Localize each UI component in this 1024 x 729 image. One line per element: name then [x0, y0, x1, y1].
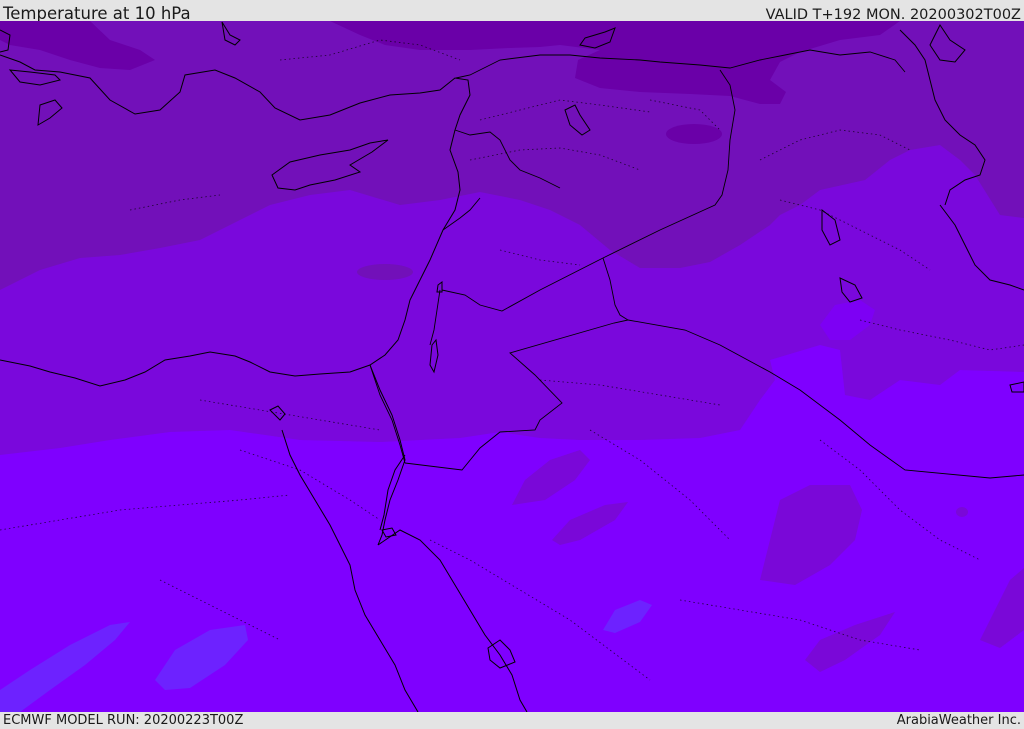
weather-map[interactable] — [0, 21, 1024, 712]
temperature-patch-dark-2 — [357, 264, 413, 280]
temperature-patch-dark-1 — [666, 124, 722, 144]
model-run-label: ECMWF MODEL RUN: 20200223T00Z — [3, 713, 244, 728]
temperature-patch-south-6 — [956, 507, 968, 517]
header-bar: Temperature at 10 hPa VALID T+192 MON. 2… — [0, 0, 1024, 23]
footer-bar: ECMWF MODEL RUN: 20200223T00Z ArabiaWeat… — [0, 712, 1024, 729]
credit-label: ArabiaWeather Inc. — [896, 713, 1021, 728]
